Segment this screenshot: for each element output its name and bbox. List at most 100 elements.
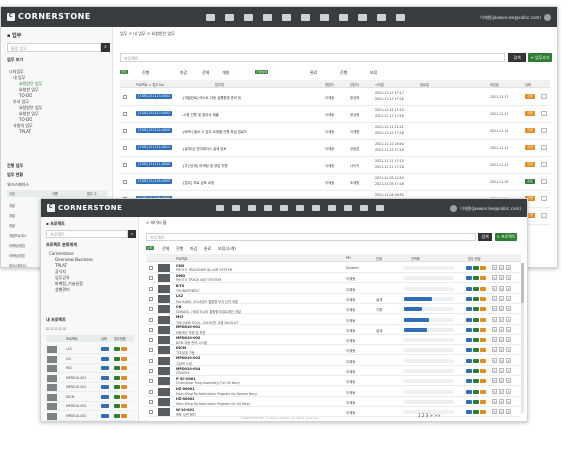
project-name[interactable]: SONATA, 7세대 쏘나타 통합형 파워트레인 개발 [176, 309, 241, 314]
project-code[interactable]: W-10-001 [176, 408, 194, 412]
project-code[interactable]: CN [176, 305, 181, 309]
edit-icon[interactable]: ✎ [492, 295, 497, 301]
link-icon[interactable]: ⚲ [499, 326, 504, 332]
table-row[interactable]: [T-SR] 211112-0011 -[설계서] 인터페이스 설계 검토 이재동 장… [120, 140, 550, 157]
project-list-item[interactable]: LX2 [46, 345, 134, 354]
link-icon[interactable]: ⚲ [499, 337, 504, 343]
status-row[interactable]: 마케팅/영업 [9, 253, 25, 258]
project-row[interactable]: MPD010-002 BOM 자동 관리 시스템 이재동 ✎ ⚲ ✕ [146, 335, 521, 346]
row-checkbox[interactable] [149, 338, 153, 343]
nav-icon[interactable] [225, 14, 234, 21]
search-button[interactable]: ⌕ [101, 43, 110, 52]
nav-icon[interactable] [206, 14, 215, 21]
project-code[interactable]: MPD010-002 [66, 414, 86, 418]
link-icon[interactable]: ⚲ [499, 285, 504, 291]
link-icon[interactable]: ⚲ [499, 409, 504, 415]
more-icon[interactable]: ⋯ [541, 94, 547, 99]
nav-icon[interactable] [339, 14, 348, 21]
filter-opt[interactable]: 전체 [202, 70, 209, 76]
project-list-item[interactable]: MCI [46, 364, 134, 373]
more-icon[interactable]: ⋯ [541, 162, 547, 167]
nav-icon[interactable] [358, 14, 367, 21]
project-row[interactable]: MPD010-003 고장력 소재 이재동 ✎ ⚲ ✕ [146, 356, 521, 366]
edit-icon[interactable]: ✎ [492, 337, 497, 343]
nav-icon[interactable] [312, 205, 320, 211]
search-bar[interactable]: 프로젝트 [120, 53, 505, 62]
task-id[interactable]: [T-SR] 211112-0011 [136, 145, 172, 150]
search-input[interactable]: 통합 업무 [7, 43, 101, 52]
project-code[interactable]: DMD [176, 274, 185, 278]
delete-icon[interactable]: ✕ [506, 316, 511, 322]
link-icon[interactable]: ⚲ [499, 347, 504, 353]
more-icon[interactable]: ⋯ [541, 111, 547, 116]
project-list-item[interactable]: MPD010-001 [46, 383, 134, 392]
project-row[interactable]: B-TS THUNDERBOLT 이재동 ✎ ⚲ ✕ [146, 284, 521, 294]
nav-icon[interactable] [296, 205, 304, 211]
nav-icon[interactable] [396, 14, 405, 21]
project-row[interactable]: DICM 기초설계 가동 이재동 ✎ ⚲ ✕ [146, 345, 521, 356]
filter-opt[interactable]: 진행 [340, 70, 347, 76]
back-nav-icons[interactable] [206, 14, 405, 21]
front-nav-icons[interactable] [216, 205, 384, 211]
project-name[interactable]: 비용계산 조정 및 표준 [176, 330, 205, 335]
project-code[interactable]: MPD010-002 [66, 404, 86, 408]
project-row[interactable]: P-3C-0001 Orion(Gear Ring Assembly) For U… [146, 376, 521, 387]
task-title[interactable]: -[업무] 자료 검토 요청 [182, 180, 214, 185]
project-row[interactable]: LX2 PALISADE, 2016년도 통합형 부서 신차 개발 이재동 설계 ✎ ⚲ ✕ [146, 294, 521, 304]
edit-icon[interactable]: ✎ [492, 275, 497, 281]
nav-icon[interactable] [344, 205, 352, 211]
task-title[interactable]: -시험 진행 및 결과서 제출 [182, 112, 219, 117]
row-checkbox[interactable] [123, 95, 127, 99]
project-code[interactable]: MCI [176, 315, 183, 319]
delete-icon[interactable]: ✕ [506, 357, 511, 363]
row-checkbox[interactable] [123, 180, 127, 184]
project-name[interactable]: BOM 자동 관리 시스템 [176, 340, 207, 345]
link-icon[interactable]: ⚲ [499, 357, 504, 363]
project-code[interactable]: DICM [176, 346, 186, 350]
project-code[interactable]: MPD010-003 [176, 356, 200, 360]
project-code[interactable]: LX2 [66, 347, 72, 351]
my-projects-filters[interactable]: ☑ ☑ ☑ ☑ ☑ [46, 327, 66, 331]
row-checkbox[interactable] [149, 389, 153, 394]
filter-opt[interactable]: 진행 [176, 246, 183, 252]
project-row[interactable]: CMS PHOTO TRACKSHIP IN-LINE SYSTEM System ✎… [146, 263, 521, 273]
table-row[interactable]: [T-SR] 211105-0005 -[업무] 자료 검토 요청 이재동 조재원 20… [120, 174, 550, 191]
back-user[interactable]: 이재원(jaewon.lee@callsc.com) [480, 14, 551, 21]
nav-icon[interactable] [248, 205, 256, 211]
row-checkbox[interactable] [123, 163, 127, 167]
tree-item[interactable]: TPLAT [55, 263, 67, 268]
delete-icon[interactable]: ✕ [506, 378, 511, 384]
filter-tag[interactable]: 상태 [146, 246, 154, 250]
project-name[interactable]: THE NEW SOUL, 2016년도 쏘울 FACELIFT [176, 320, 239, 325]
more-icon[interactable]: ⋯ [541, 145, 547, 150]
search-button[interactable]: 검색 [508, 53, 526, 62]
row-checkbox[interactable] [149, 410, 153, 415]
filter-opt[interactable]: 전체 [162, 246, 169, 252]
link-icon[interactable]: ⚲ [499, 275, 504, 281]
edit-icon[interactable]: ✎ [492, 398, 497, 404]
nav-icon[interactable] [377, 14, 386, 21]
edit-icon[interactable]: ✎ [492, 347, 497, 353]
project-name[interactable]: PHOTO TRACK UNIT SYSTEM [176, 278, 221, 282]
nav-icon[interactable] [376, 205, 384, 211]
link-icon[interactable]: ⚲ [499, 378, 504, 384]
search-button[interactable]: 검색 [478, 233, 492, 241]
delete-icon[interactable]: ✕ [506, 398, 511, 404]
row-checkbox[interactable] [149, 348, 153, 353]
project-list-item[interactable]: MPD010-002 [46, 402, 134, 411]
nav-icon[interactable] [360, 205, 368, 211]
row-checkbox[interactable] [149, 317, 153, 322]
project-row[interactable]: DMD PHOTO TRACK UNIT SYSTEM 이재동 ✎ ⚲ ✕ [146, 273, 521, 284]
filter-opt[interactable]: 보류(소계) [218, 246, 236, 252]
nav-icon[interactable] [280, 205, 288, 211]
row-checkbox[interactable] [149, 358, 153, 363]
task-id[interactable]: [T-SR] 211105-0005 [136, 179, 172, 184]
project-search-input[interactable]: 프로젝트 [46, 230, 128, 238]
project-code[interactable]: MPD010-002 [176, 336, 200, 340]
delete-icon[interactable]: ✕ [506, 306, 511, 312]
project-row[interactable]: W-10-001 목포 수면 해치 이재동 ✎ ⚲ ✕ [146, 407, 521, 418]
project-name[interactable]: THUNDERBOLT [176, 289, 200, 293]
project-search-bar[interactable]: 프로젝트 [146, 233, 476, 241]
row-checkbox[interactable] [149, 327, 153, 332]
more-icon[interactable]: ⋯ [541, 128, 547, 133]
